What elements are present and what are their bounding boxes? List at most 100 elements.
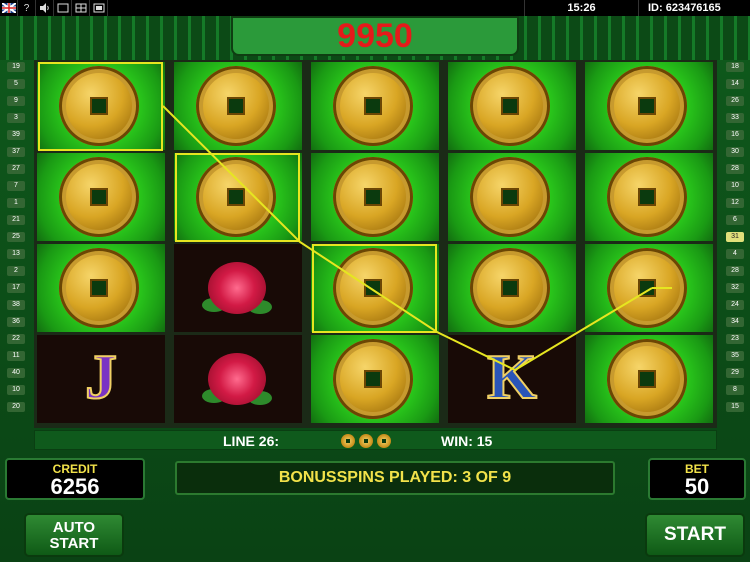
payline-number: 40 bbox=[7, 368, 25, 378]
payline-number: 37 bbox=[7, 147, 25, 157]
coin-hole bbox=[638, 188, 656, 206]
win-info-bar: LINE 26: WIN: 15 bbox=[34, 430, 717, 450]
coin-hole bbox=[638, 370, 656, 388]
credit-display: CREDIT 6256 bbox=[5, 458, 145, 500]
win-highlight bbox=[38, 62, 163, 151]
gold-coin-symbol bbox=[333, 339, 413, 419]
credit-value: 6256 bbox=[50, 474, 100, 499]
payline-number: 1 bbox=[7, 198, 25, 208]
payline-number: 9 bbox=[7, 96, 25, 106]
payline-number: 6 bbox=[726, 215, 744, 225]
clock: 15:26 bbox=[524, 0, 639, 16]
payline-number: 14 bbox=[726, 79, 744, 89]
auto-start-button[interactable]: AUTO START bbox=[24, 513, 124, 557]
gold-coin-symbol bbox=[470, 157, 550, 237]
bonus-spins-status: BONUSSPINS PLAYED: 3 OF 9 bbox=[175, 461, 615, 495]
reel-cell bbox=[311, 153, 439, 241]
auto-start-label-line2: START bbox=[49, 535, 99, 552]
gold-coin-symbol bbox=[607, 339, 687, 419]
win-highlight bbox=[175, 153, 300, 242]
win-highlight bbox=[312, 244, 437, 333]
payline-number: 29 bbox=[726, 368, 744, 378]
bet-display[interactable]: BET 50 bbox=[648, 458, 746, 500]
reel-cell bbox=[311, 335, 439, 423]
reel-cell: J bbox=[37, 335, 165, 423]
reel-cell bbox=[448, 244, 576, 332]
payline-number: 15 bbox=[726, 402, 744, 412]
gold-coin-symbol bbox=[470, 248, 550, 328]
payline-number: 26 bbox=[726, 96, 744, 106]
payline-numbers-left: 19 5 9 3 39 37 27 7 1 21 25 13 2 17 38 36 22 11 40 10 20 bbox=[4, 62, 26, 424]
uk-flag-icon[interactable] bbox=[0, 0, 18, 16]
payline-number: 2 bbox=[7, 266, 25, 276]
speaker-icon[interactable] bbox=[36, 0, 54, 16]
coin-hole bbox=[364, 97, 382, 115]
payline-number: 7 bbox=[7, 181, 25, 191]
fullscreen-icon[interactable] bbox=[90, 0, 108, 16]
payline-number: 16 bbox=[726, 130, 744, 140]
coin-hole bbox=[364, 188, 382, 206]
coin-hole bbox=[90, 279, 108, 297]
payline-number: 32 bbox=[726, 283, 744, 293]
player-id: ID: 623476165 bbox=[648, 2, 721, 14]
reel-cell bbox=[37, 244, 165, 332]
coin-hole bbox=[501, 188, 519, 206]
start-button[interactable]: START bbox=[645, 513, 745, 557]
payline-number: 10 bbox=[7, 385, 25, 395]
bet-value: 50 bbox=[684, 474, 710, 499]
coin-hole bbox=[90, 188, 108, 206]
gold-coin-symbol bbox=[59, 248, 139, 328]
petals bbox=[208, 353, 266, 405]
reel-cell: K bbox=[448, 335, 576, 423]
gold-coin-symbol bbox=[607, 248, 687, 328]
top-status-bar: ? 15:26 ID: 623476165 bbox=[0, 0, 750, 16]
reel-cell bbox=[37, 153, 165, 241]
jackpot-display: 9950 bbox=[231, 16, 519, 56]
payline-number: 25 bbox=[7, 232, 25, 242]
gold-coin-symbol bbox=[470, 66, 550, 146]
flower-symbol bbox=[202, 345, 272, 411]
coin-hole bbox=[227, 97, 245, 115]
home-icon[interactable] bbox=[54, 0, 72, 16]
payline-number: 4 bbox=[726, 249, 744, 259]
payline-number: 21 bbox=[7, 215, 25, 225]
letter-j-symbol: J bbox=[84, 341, 118, 412]
payline-number: 28 bbox=[726, 266, 744, 276]
payline-number: 3 bbox=[7, 113, 25, 123]
line-label: LINE 26: bbox=[223, 433, 280, 449]
payline-number: 23 bbox=[726, 334, 744, 344]
payline-number: 28 bbox=[726, 164, 744, 174]
payline-number: 34 bbox=[726, 317, 744, 327]
petals bbox=[208, 262, 266, 314]
payline-number: 36 bbox=[7, 317, 25, 327]
auto-start-label-line1: AUTO bbox=[52, 519, 96, 536]
reel-cell bbox=[585, 335, 713, 423]
coin-hole bbox=[364, 370, 382, 388]
gold-coin-symbol bbox=[333, 157, 413, 237]
payline-number: 35 bbox=[726, 351, 744, 361]
payline-number: 13 bbox=[7, 249, 25, 259]
gold-coin-symbol bbox=[607, 66, 687, 146]
payline-number: 38 bbox=[7, 300, 25, 310]
jackpot-value: 9950 bbox=[337, 16, 413, 55]
gold-coin-symbol bbox=[607, 157, 687, 237]
gold-coin-symbol bbox=[333, 66, 413, 146]
payline-number: 27 bbox=[7, 164, 25, 174]
win-label: WIN: 15 bbox=[441, 433, 493, 449]
payline-number: 20 bbox=[7, 402, 25, 412]
reel-cell bbox=[174, 62, 302, 150]
help-button[interactable]: ? bbox=[18, 0, 36, 16]
coin-icon bbox=[341, 434, 355, 448]
grid-icon[interactable] bbox=[72, 0, 90, 16]
coin-hole bbox=[501, 279, 519, 297]
letter-k-symbol: K bbox=[486, 341, 538, 412]
reel-cell bbox=[174, 244, 302, 332]
reel-cell bbox=[448, 62, 576, 150]
reel-cell bbox=[585, 62, 713, 150]
reel-cell bbox=[585, 153, 713, 241]
payline-number: 8 bbox=[726, 385, 744, 395]
payline-number: 39 bbox=[7, 130, 25, 140]
payline-number: 33 bbox=[726, 113, 744, 123]
payline-number: 30 bbox=[726, 147, 744, 157]
coin-icon bbox=[359, 434, 373, 448]
